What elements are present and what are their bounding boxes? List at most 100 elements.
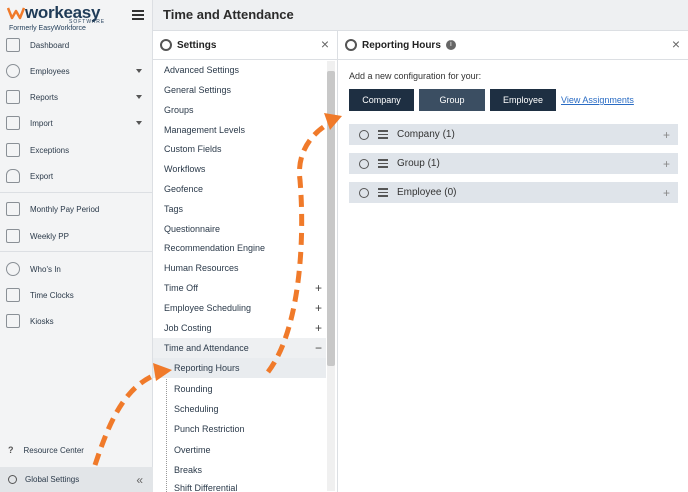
nav-item-label: Dashboard	[30, 40, 70, 50]
settings-item-label: Human Resources	[164, 263, 239, 273]
settings-item[interactable]: Management Levels	[153, 120, 326, 140]
settings-subitem-label: Shift Differential	[174, 483, 238, 492]
settings-item[interactable]: General Settings	[153, 80, 326, 100]
employee-button[interactable]: Employee	[490, 89, 556, 111]
config-row-group[interactable]: Group (1) +	[349, 153, 678, 174]
reporting-hours-title: Reporting Hours	[362, 39, 441, 51]
nav-item-dashboard[interactable]: Dashboard	[0, 34, 153, 56]
group-button[interactable]: Group	[419, 89, 485, 111]
list-icon	[378, 157, 388, 170]
settings-item[interactable]: Custom Fields	[153, 139, 326, 159]
settings-subitem-label: Breaks	[174, 465, 203, 475]
settings-subitem-label: Punch Restriction	[174, 424, 245, 434]
logo-mark-icon	[7, 7, 25, 20]
settings-subitem[interactable]: Shift Differential	[153, 480, 326, 492]
settings-item[interactable]: Human Resources	[153, 258, 326, 278]
gear-icon	[160, 39, 172, 51]
expand-icon[interactable]: +	[315, 281, 322, 295]
settings-item[interactable]: Groups	[153, 100, 326, 120]
settings-item[interactable]: Recommendation Engine	[153, 238, 326, 258]
calendar-icon	[6, 229, 20, 243]
chevron-down-icon	[136, 121, 142, 125]
settings-item-label: Groups	[164, 105, 194, 115]
menu-toggle-icon[interactable]	[132, 10, 144, 20]
add-icon[interactable]: +	[663, 128, 670, 142]
nav-item-exceptions[interactable]: Exceptions	[0, 139, 153, 161]
nav-item-kiosks[interactable]: Kiosks	[0, 310, 153, 332]
chevron-down-icon	[136, 69, 142, 73]
dashboard-icon	[6, 38, 20, 52]
time-clock-icon	[6, 288, 20, 302]
collapse-icon[interactable]: −	[315, 341, 322, 355]
nav-item-label: Kiosks	[30, 316, 54, 326]
settings-item-label: General Settings	[164, 85, 232, 95]
settings-item-label: Tags	[164, 204, 184, 214]
nav-item-label: Reports	[30, 92, 59, 102]
add-icon[interactable]: +	[663, 186, 670, 200]
settings-subitem-label: Overtime	[174, 445, 211, 455]
nav-item-weekly-pp[interactable]: Weekly PP	[0, 225, 153, 247]
nav-item-import[interactable]: Import	[0, 112, 153, 134]
collapse-sidebar-icon[interactable]: «	[136, 473, 143, 487]
chevron-down-icon	[136, 95, 142, 99]
brand-formerly: Formerly EasyWorkforce	[9, 25, 86, 32]
nav-item-label: Monthly Pay Period	[30, 204, 100, 214]
list-icon	[378, 128, 388, 141]
settings-item[interactable]: Advanced Settings	[153, 60, 326, 80]
global-settings-label: Global Settings	[25, 475, 80, 484]
settings-item-time-off[interactable]: Time Off +	[153, 278, 326, 298]
config-row-company[interactable]: Company (1) +	[349, 124, 678, 145]
settings-title: Settings	[177, 39, 217, 51]
settings-subitem[interactable]: Scheduling	[153, 399, 326, 419]
config-row-employee[interactable]: Employee (0) +	[349, 182, 678, 203]
settings-item-label: Geofence	[164, 184, 204, 194]
nav-item-employees[interactable]: Employees	[0, 60, 153, 82]
settings-subitem[interactable]: Breaks	[153, 460, 326, 480]
settings-item-employee-scheduling[interactable]: Employee Scheduling +	[153, 298, 326, 318]
settings-subitem[interactable]: Punch Restriction	[153, 419, 326, 439]
reporting-hours-panel: Reporting Hours i × Add a new configurat…	[338, 31, 688, 492]
company-button[interactable]: Company	[349, 89, 414, 111]
close-icon[interactable]: ×	[672, 36, 680, 52]
check-circle-icon[interactable]	[359, 129, 369, 140]
reports-icon	[6, 90, 20, 104]
page-title: Time and Attendance	[163, 7, 294, 22]
settings-item[interactable]: Workflows	[153, 159, 326, 179]
page-header: Time and Attendance	[153, 0, 688, 31]
nav-item-resource-center[interactable]: ? Resource Center	[0, 439, 153, 461]
nav-item-reports[interactable]: Reports	[0, 86, 153, 108]
workeasy-logo[interactable]: workeasy SOFTWARE Formerly EasyWorkforce	[7, 3, 117, 34]
settings-item-time-and-attendance[interactable]: Time and Attendance −	[153, 338, 326, 358]
settings-item-job-costing[interactable]: Job Costing +	[153, 318, 326, 338]
expand-icon[interactable]: +	[315, 321, 322, 335]
nav-item-whos-in[interactable]: Who's In	[0, 258, 153, 280]
settings-subitem-label: Scheduling	[174, 404, 219, 414]
nav-item-monthly-pay-period[interactable]: Monthly Pay Period	[0, 198, 153, 220]
config-row-label: Company (1)	[397, 129, 455, 140]
config-row-label: Group (1)	[397, 158, 440, 169]
settings-item[interactable]: Questionnaire	[153, 219, 326, 239]
global-settings-button[interactable]: Global Settings «	[0, 467, 153, 492]
check-circle-icon[interactable]	[359, 158, 369, 169]
settings-subitem[interactable]: Rounding	[153, 379, 326, 399]
expand-icon[interactable]: +	[315, 301, 322, 315]
left-nav: workeasy SOFTWARE Formerly EasyWorkforce…	[0, 0, 153, 492]
settings-item-label: Time Off	[164, 283, 199, 293]
nav-item-export[interactable]: Export	[0, 165, 153, 187]
calendar-icon	[6, 202, 20, 216]
view-assignments-link[interactable]: View Assignments	[561, 95, 634, 105]
export-icon	[6, 169, 20, 183]
check-circle-icon	[6, 262, 20, 276]
check-circle-icon[interactable]	[359, 187, 369, 198]
settings-subitem-reporting-hours[interactable]: Reporting Hours	[153, 358, 326, 378]
add-icon[interactable]: +	[663, 157, 670, 171]
nav-item-time-clocks[interactable]: Time Clocks	[0, 284, 153, 306]
settings-subitem[interactable]: Overtime	[153, 440, 326, 460]
close-icon[interactable]: ×	[321, 36, 329, 52]
nav-item-label: Resource Center	[23, 445, 84, 455]
info-icon[interactable]: i	[445, 40, 456, 50]
settings-item-label: Workflows	[164, 164, 206, 174]
scrollbar-thumb[interactable]	[327, 71, 335, 366]
settings-item[interactable]: Geofence	[153, 179, 326, 199]
settings-item[interactable]: Tags	[153, 199, 326, 219]
